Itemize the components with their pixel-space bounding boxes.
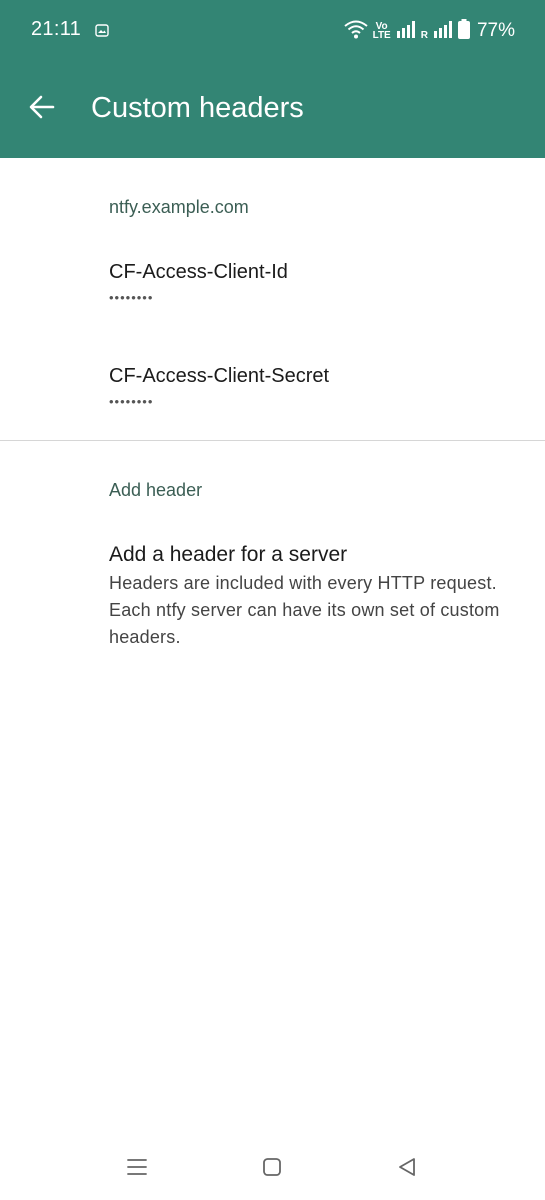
status-indicators: Vo LTE R 77% — [343, 18, 515, 44]
volte-icon: Vo LTE — [372, 22, 391, 41]
home-icon — [261, 1156, 283, 1183]
add-header-summary: Headers are included with every HTTP req… — [109, 573, 500, 647]
nav-menu-button[interactable] — [122, 1154, 152, 1184]
battery-icon — [457, 18, 470, 44]
gallery-notification-icon — [95, 24, 109, 37]
roaming-label: R — [420, 29, 428, 41]
signal-icon — [396, 19, 416, 44]
signal-icon-2 — [433, 19, 453, 44]
nav-back-button[interactable] — [392, 1154, 422, 1184]
status-time: 21:11 — [31, 18, 82, 40]
nav-home-button[interactable] — [257, 1154, 287, 1184]
header-item-client-secret[interactable]: CF-Access-Client-Secret •••••••• — [0, 350, 545, 440]
server-section-title: ntfy.example.com — [109, 197, 249, 217]
header-value: •••••••• — [109, 290, 154, 305]
app-bar: 21:11 Vo LTE R 77% Custom headers — [0, 0, 545, 158]
volte-bottom-label: LTE — [372, 30, 391, 41]
wifi-icon — [343, 19, 368, 44]
battery-percent: 77% — [476, 20, 515, 41]
back-triangle-icon — [396, 1156, 418, 1183]
status-bar: 21:11 Vo LTE R 77% — [0, 0, 545, 60]
header-name: CF-Access-Client-Secret — [109, 365, 330, 387]
add-section-title: Add header — [109, 480, 203, 500]
back-button[interactable] — [20, 87, 64, 131]
page-title: Custom headers — [91, 92, 304, 124]
system-nav-bar — [0, 1140, 545, 1200]
menu-icon — [126, 1157, 148, 1182]
add-header-title: Add a header for a server — [109, 543, 348, 566]
header-name: CF-Access-Client-Id — [109, 261, 288, 283]
arrow-left-icon — [29, 95, 55, 124]
header-item-client-id[interactable]: CF-Access-Client-Id •••••••• — [0, 246, 545, 336]
section-divider — [0, 440, 545, 441]
header-value: •••••••• — [109, 394, 154, 409]
